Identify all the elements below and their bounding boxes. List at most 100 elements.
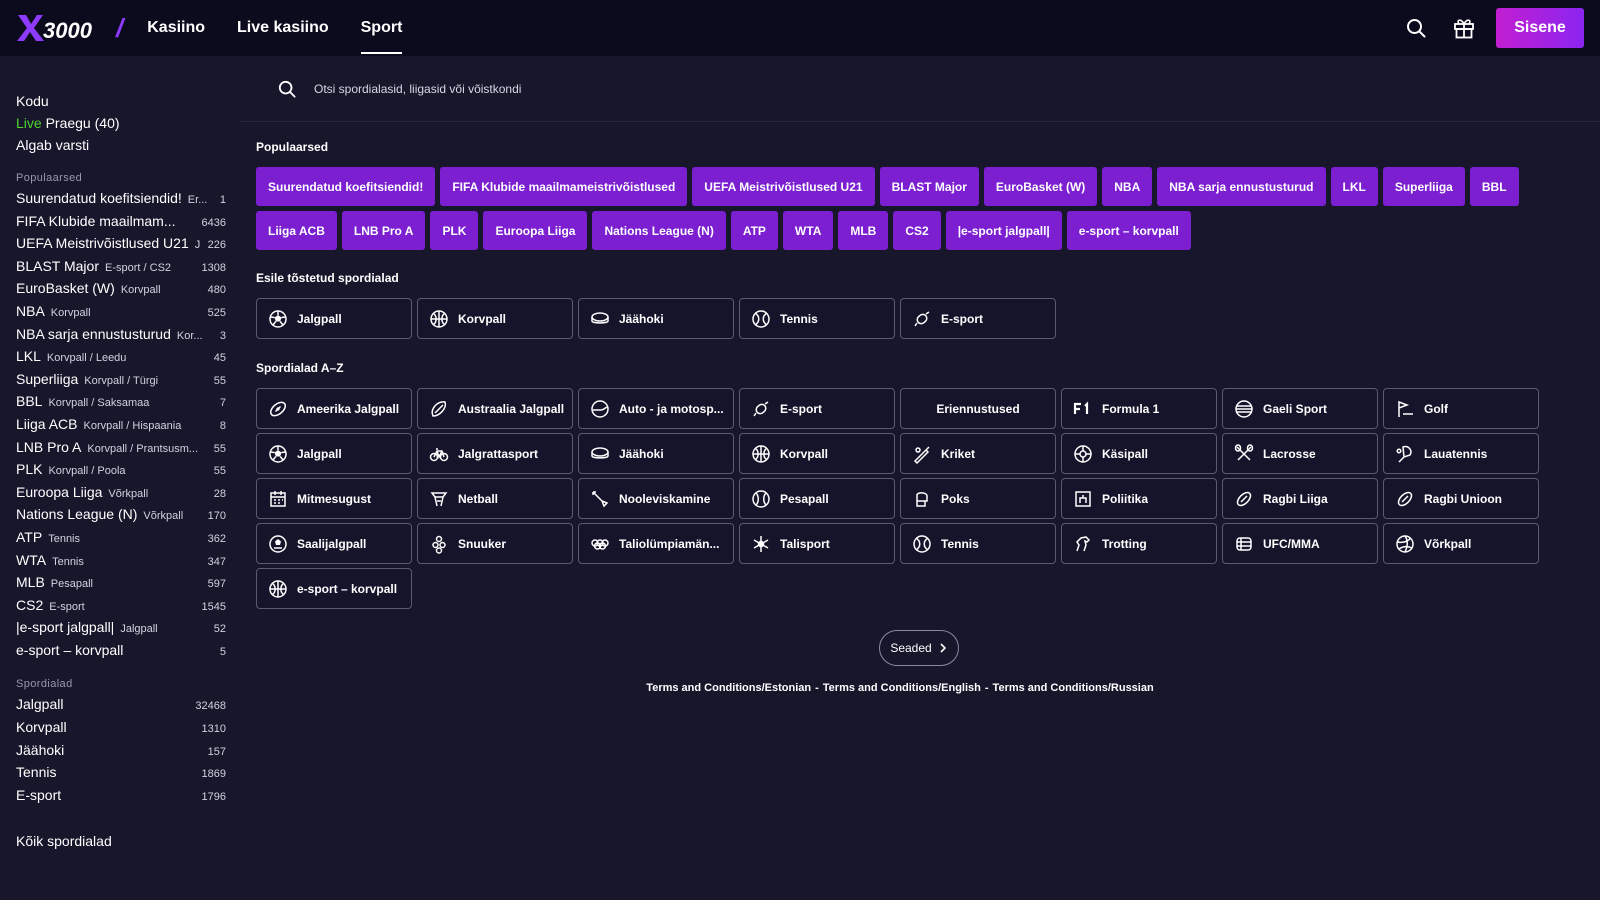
sport-tile[interactable]: Austraalia Jalgpall [417,388,573,429]
popular-league-chip[interactable]: BBL [1469,167,1519,206]
popular-league-chip[interactable]: Suurendatud koefitsiendid! [256,167,436,206]
sidebar-popular-item[interactable]: Nations League (N) Võrkpall 170 [16,506,226,529]
sidebar-popular-item[interactable]: CS2 E-sport 1545 [16,597,226,620]
sidebar-popular-item[interactable]: Superliiga Korvpall / Türgi 55 [16,371,226,394]
sport-tile[interactable]: Jalgpall [256,433,412,474]
sport-tile[interactable]: Poliitika [1061,478,1217,519]
sport-tile[interactable]: Tennis [900,523,1056,564]
popular-league-chip[interactable]: BLAST Major [879,167,979,206]
sport-tile[interactable]: Jäähoki [578,433,734,474]
sport-tile[interactable]: Jalgpall [256,298,412,339]
sidebar-live-link[interactable]: Live Praegu (40) [16,112,226,134]
popular-league-chip[interactable]: UEFA Meistrivõistlused U21 [692,167,875,206]
sport-tile[interactable]: Ragbi Unioon [1383,478,1539,519]
sport-tile[interactable]: e-sport – korvpall [256,568,412,609]
sport-tile[interactable]: Golf [1383,388,1539,429]
sport-tile[interactable]: Tennis [739,298,895,339]
sport-tile[interactable]: Auto - ja motosp... [578,388,734,429]
sidebar-popular-item[interactable]: ATP Tennis 362 [16,529,226,552]
sidebar-home-link[interactable]: Kodu [16,90,226,112]
sidebar-popular-item[interactable]: MLB Pesapall 597 [16,574,226,597]
sidebar-sport-item[interactable]: E-sport 1796 [16,787,226,810]
sidebar-popular-item[interactable]: NBA sarja ennustusturud Kor... 3 [16,326,226,349]
sport-tile[interactable]: Eriennustused [900,388,1056,429]
sidebar-popular-item[interactable]: Suurendatud koefitsiendid! Er... 1 [16,190,226,213]
popular-league-chip[interactable]: CS2 [893,211,941,250]
popular-league-chip[interactable]: LNB Pro A [341,211,426,250]
all-sports-link[interactable]: Kõik spordialad [16,833,226,849]
terms-russian-link[interactable]: Terms and Conditions/Russian [993,682,1154,694]
sidebar-popular-item[interactable]: PLK Korvpall / Poola 55 [16,461,226,484]
popular-league-chip[interactable]: FIFA Klubide maailmameistrivõistlused [440,167,688,206]
popular-league-chip[interactable]: PLK [430,211,479,250]
sport-tile[interactable]: Jäähoki [578,298,734,339]
sport-tile[interactable]: Lauatennis [1383,433,1539,474]
sport-tile[interactable]: Netball [417,478,573,519]
sidebar-popular-item[interactable]: BLAST Major E-sport / CS2 1308 [16,258,226,281]
nav-kasiino[interactable]: Kasiino [147,0,205,56]
sport-tile[interactable]: Trotting [1061,523,1217,564]
sidebar-popular-item[interactable]: EuroBasket (W) Korvpall 480 [16,280,226,303]
nav-live-kasiino[interactable]: Live kasiino [237,0,329,56]
sport-tile[interactable]: E-sport [900,298,1056,339]
sidebar-sport-item[interactable]: Tennis 1869 [16,764,226,787]
sport-tile[interactable]: Korvpall [739,433,895,474]
search-button[interactable] [1396,8,1436,48]
sport-tile[interactable]: Jalgrattasport [417,433,573,474]
sport-tile[interactable]: Taliolümpiamän... [578,523,734,564]
popular-league-chip[interactable]: NBA sarja ennustusturud [1157,167,1326,206]
popular-league-chip[interactable]: EuroBasket (W) [983,167,1098,206]
sport-tile[interactable]: UFC/MMA [1222,523,1378,564]
sport-tile[interactable]: Lacrosse [1222,433,1378,474]
sport-tile[interactable]: Pesapall [739,478,895,519]
brand-logo[interactable]: 3000 [16,0,96,56]
popular-league-chip[interactable]: e-sport – korvpall [1066,211,1191,250]
sport-tile[interactable]: Snuuker [417,523,573,564]
sport-tile[interactable]: Võrkpall [1383,523,1539,564]
sidebar-popular-item[interactable]: e-sport – korvpall 5 [16,642,226,665]
popular-league-chip[interactable]: WTA [782,211,834,250]
popular-league-chip[interactable]: MLB [838,211,889,250]
sidebar-sport-item[interactable]: Korvpall 1310 [16,719,226,742]
sidebar-popular-item[interactable]: LKL Korvpall / Leedu 45 [16,348,226,371]
sidebar-popular-item[interactable]: Liiga ACB Korvpall / Hispaania 8 [16,416,226,439]
sidebar-popular-item[interactable]: Euroopa Liiga Võrkpall 28 [16,484,226,507]
sport-tile[interactable]: Nooleviskamine [578,478,734,519]
sidebar-starting-soon-link[interactable]: Algab varsti [16,134,226,156]
popular-league-chip[interactable]: Euroopa Liiga [483,211,588,250]
sidebar-popular-item[interactable]: LNB Pro A Korvpall / Prantsusm... 55 [16,439,226,462]
sport-tile[interactable]: E-sport [739,388,895,429]
sport-tile[interactable]: Poks [900,478,1056,519]
login-button[interactable]: Sisene [1496,8,1584,48]
sidebar-popular-item[interactable]: FIFA Klubide maailmam... 6436 [16,213,226,236]
sidebar-sport-item[interactable]: Jalgpall 32468 [16,696,226,719]
popular-league-chip[interactable]: Liiga ACB [256,211,337,250]
nav-sport[interactable]: Sport [360,0,402,56]
sidebar-sport-item[interactable]: Jäähoki 157 [16,742,226,765]
sport-tile[interactable]: Gaeli Sport [1222,388,1378,429]
sport-tile[interactable]: Formula 1 [1061,388,1217,429]
popular-league-chip[interactable]: NBA [1102,167,1153,206]
popular-league-chip[interactable]: |e-sport jalgpall| [945,211,1062,250]
sport-tile[interactable]: Ameerika Jalgpall [256,388,412,429]
popular-league-chip[interactable]: Superliiga [1382,167,1465,206]
sport-tile[interactable]: Talisport [739,523,895,564]
popular-league-chip[interactable]: LKL [1330,167,1378,206]
sport-tile[interactable]: Korvpall [417,298,573,339]
terms-english-link[interactable]: Terms and Conditions/English [823,682,981,694]
sport-tile[interactable]: Kriket [900,433,1056,474]
popular-league-chip[interactable]: Nations League (N) [592,211,726,250]
gift-button[interactable] [1444,8,1484,48]
terms-estonian-link[interactable]: Terms and Conditions/Estonian [646,682,811,694]
popular-league-chip[interactable]: ATP [730,211,778,250]
sidebar-popular-item[interactable]: BBL Korvpall / Saksamaa 7 [16,393,226,416]
sidebar-popular-item[interactable]: WTA Tennis 347 [16,552,226,575]
sidebar-popular-item[interactable]: UEFA Meistrivõistlused U21 J 226 [16,235,226,258]
sport-tile[interactable]: Mitmesugust [256,478,412,519]
sidebar-popular-item[interactable]: NBA Korvpall 525 [16,303,226,326]
sport-tile[interactable]: Saalijalgpall [256,523,412,564]
settings-button[interactable]: Seaded [879,630,959,666]
sport-tile[interactable]: Käsipall [1061,433,1217,474]
sport-tile[interactable]: Ragbi Liiga [1222,478,1378,519]
sport-search-input[interactable] [314,81,914,96]
